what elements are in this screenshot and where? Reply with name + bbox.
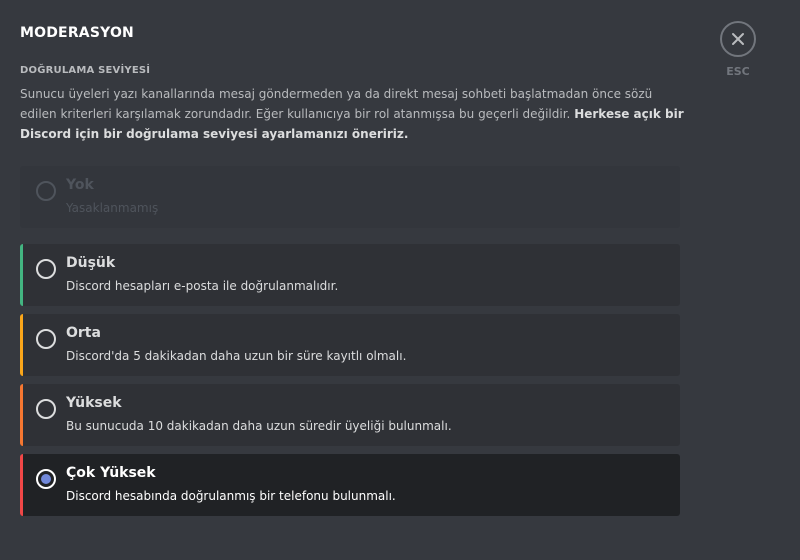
option-description: Discord hesapları e-posta ile doğrulanma… <box>66 279 339 293</box>
radio-button[interactable] <box>36 181 56 201</box>
option-title: Yok <box>66 177 94 193</box>
verification-option-none[interactable]: Yok Yasaklanmamış <box>20 166 680 228</box>
description-text: Sunucu üyeleri yazı kanallarında mesaj g… <box>20 87 653 121</box>
verification-description: Sunucu üyeleri yazı kanallarında mesaj g… <box>20 84 684 144</box>
verification-option-low[interactable]: Düşük Discord hesapları e-posta ile doğr… <box>20 244 680 306</box>
verification-option-very-high[interactable]: Çok Yüksek Discord hesabında doğrulanmış… <box>20 454 680 516</box>
option-description: Discord hesabında doğrulanmış bir telefo… <box>66 489 396 503</box>
option-title: Orta <box>66 325 101 341</box>
radio-button[interactable] <box>36 399 56 419</box>
close-button[interactable] <box>720 21 756 57</box>
option-title: Düşük <box>66 255 116 271</box>
verification-option-medium[interactable]: Orta Discord'da 5 dakikadan daha uzun bi… <box>20 314 680 376</box>
radio-button[interactable] <box>36 329 56 349</box>
moderation-settings-page: MODERASYON DOĞRULAMA SEVİYESİ Sunucu üye… <box>0 0 800 560</box>
verification-level-heading: DOĞRULAMA SEVİYESİ <box>20 65 151 76</box>
close-control: ESC <box>719 21 757 78</box>
close-icon <box>732 33 744 45</box>
option-description: Yasaklanmamış <box>66 201 159 215</box>
radio-button-selected[interactable] <box>36 469 56 489</box>
option-title: Çok Yüksek <box>66 465 156 481</box>
option-description: Bu sunucuda 10 dakikadan daha uzun süred… <box>66 419 452 433</box>
moderation-content: MODERASYON DOĞRULAMA SEVİYESİ Sunucu üye… <box>20 18 684 144</box>
radio-button[interactable] <box>36 259 56 279</box>
radio-selected-dot <box>41 474 51 484</box>
page-title: MODERASYON <box>20 25 134 41</box>
option-description: Discord'da 5 dakikadan daha uzun bir sür… <box>66 349 407 363</box>
option-title: Yüksek <box>66 395 122 411</box>
esc-label: ESC <box>726 65 750 78</box>
verification-option-high[interactable]: Yüksek Bu sunucuda 10 dakikadan daha uzu… <box>20 384 680 446</box>
